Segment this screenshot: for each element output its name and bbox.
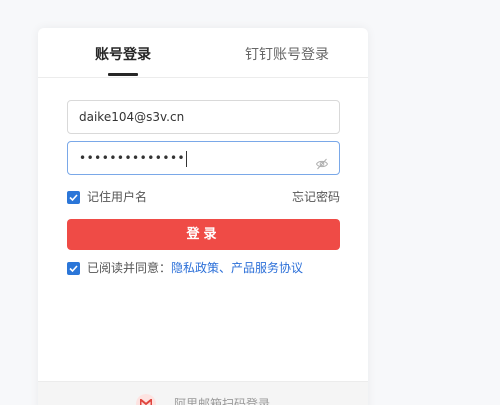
privacy-policy-link[interactable]: 隐私政策 (171, 261, 219, 275)
agree-terms-checkbox[interactable] (67, 262, 80, 275)
login-tabs: 账号登录 钉钉账号登录 (38, 28, 368, 78)
agreement-prefix: 已阅读并同意： (87, 261, 172, 275)
forgot-password-link[interactable]: 忘记密码 (292, 188, 340, 206)
eye-off-icon[interactable] (315, 151, 329, 170)
qr-login-text: 阿里邮箱扫码登录 (174, 397, 271, 405)
agreement-text: 已阅读并同意：隐私政策、产品服务协议 (87, 259, 303, 277)
remember-username-checkbox[interactable] (67, 191, 80, 204)
mail-logo-icon (136, 394, 156, 405)
tab-dingtalk-login[interactable]: 钉钉账号登录 (243, 46, 331, 64)
username-value: daike104@s3v.cn (79, 110, 185, 124)
password-input[interactable]: •••••••••••••• (67, 141, 340, 175)
service-agreement-link[interactable]: 产品服务协议 (231, 261, 303, 275)
tab-account-login[interactable]: 账号登录 (90, 46, 156, 64)
password-value: •••••••••••••• (79, 151, 186, 165)
login-card: 账号登录 钉钉账号登录 daike104@s3v.cn ••••••••••••… (38, 28, 368, 405)
username-input[interactable]: daike104@s3v.cn (67, 100, 340, 134)
login-button[interactable]: 登录 (67, 219, 340, 250)
agreement-separator: 、 (219, 261, 232, 275)
active-tab-underline (108, 73, 138, 76)
text-caret (186, 150, 188, 167)
qr-login-footer[interactable]: 阿里邮箱扫码登录 (38, 381, 368, 405)
remember-username-label[interactable]: 记住用户名 (87, 188, 147, 206)
